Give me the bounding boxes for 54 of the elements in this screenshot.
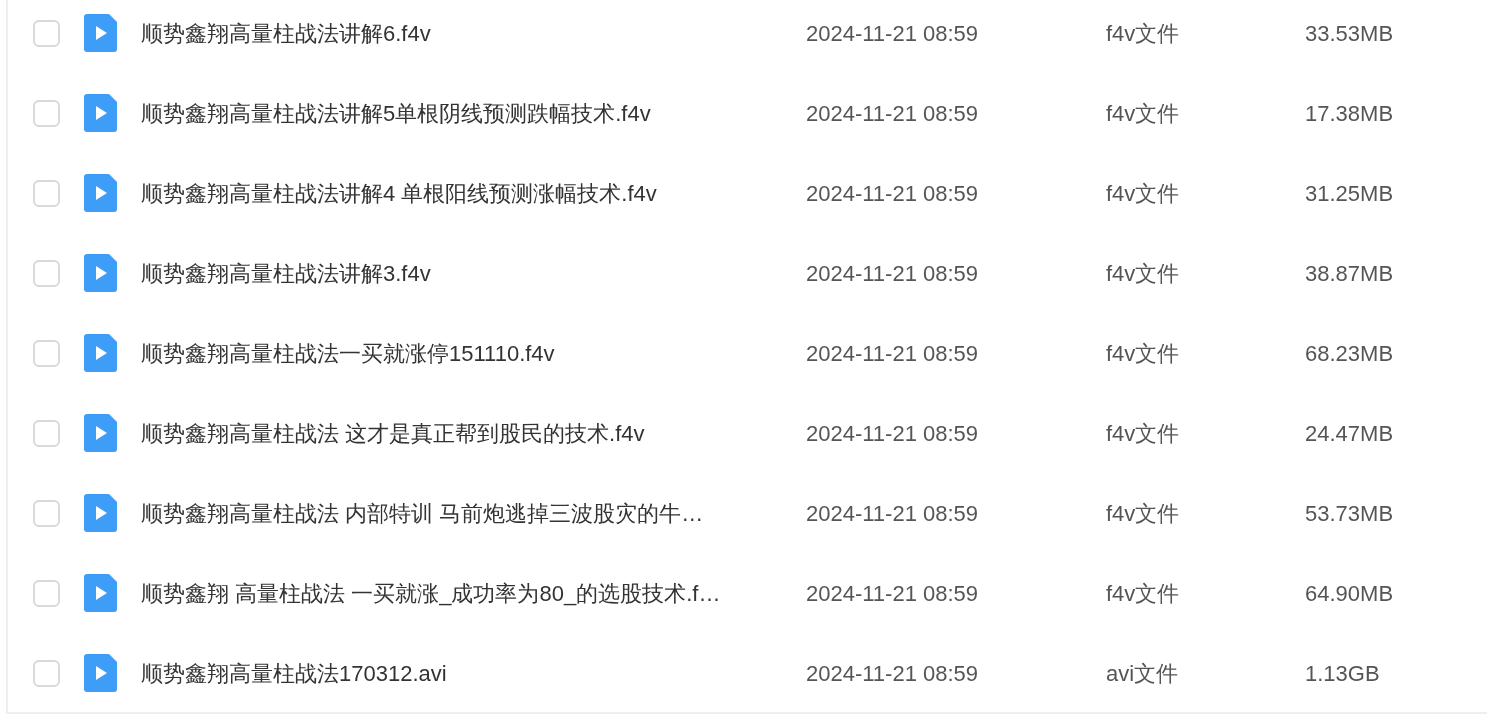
file-size: 64.90MB <box>1305 579 1394 608</box>
video-file-icon <box>84 494 117 532</box>
checkbox[interactable] <box>33 19 60 47</box>
video-file-icon <box>84 654 117 692</box>
file-name[interactable]: 顺势鑫翔高量柱战法讲解5单根阴线预测跌幅技术.f4v <box>141 96 806 130</box>
video-file-icon <box>84 414 117 452</box>
checkbox[interactable] <box>33 179 60 207</box>
file-type: f4v文件 <box>1106 579 1181 608</box>
file-size: 1.13GB <box>1305 659 1380 688</box>
file-name[interactable]: 顺势鑫翔 高量柱战法 一买就涨_成功率为80_的选股技术.f… <box>141 576 806 610</box>
file-size: 31.25MB <box>1305 179 1394 208</box>
file-name[interactable]: 顺势鑫翔高量柱战法 内部特训 马前炮逃掉三波股灾的牛… <box>141 496 806 530</box>
video-file-icon <box>84 174 117 212</box>
file-size: 33.53MB <box>1305 19 1394 48</box>
file-name[interactable]: 顺势鑫翔高量柱战法170312.avi <box>141 656 806 690</box>
modified-date: 2024-11-21 08:59 <box>806 579 980 608</box>
file-type: f4v文件 <box>1106 499 1181 528</box>
checkbox[interactable] <box>33 499 60 527</box>
file-type: f4v文件 <box>1106 179 1181 208</box>
checkbox[interactable] <box>33 259 60 287</box>
modified-date: 2024-11-21 08:59 <box>806 339 980 368</box>
video-file-icon <box>84 254 117 292</box>
checkbox[interactable] <box>33 659 60 687</box>
file-type: f4v文件 <box>1106 99 1181 128</box>
file-type: f4v文件 <box>1106 339 1181 368</box>
checkbox[interactable] <box>33 579 60 607</box>
modified-date: 2024-11-21 08:59 <box>806 499 980 528</box>
checkbox[interactable] <box>33 419 60 447</box>
checkbox[interactable] <box>33 339 60 367</box>
file-name[interactable]: 顺势鑫翔高量柱战法 这才是真正帮到股民的技术.f4v <box>141 416 806 450</box>
modified-date: 2024-11-21 08:59 <box>806 659 980 688</box>
file-size: 38.87MB <box>1305 259 1394 288</box>
file-type: f4v文件 <box>1106 419 1181 448</box>
video-file-icon <box>84 334 117 372</box>
checkbox[interactable] <box>33 99 60 127</box>
file-size: 53.73MB <box>1305 499 1394 528</box>
file-type: avi文件 <box>1106 659 1180 688</box>
file-name[interactable]: 顺势鑫翔高量柱战法讲解6.f4v <box>141 16 806 50</box>
file-type: f4v文件 <box>1106 259 1181 288</box>
modified-date: 2024-11-21 08:59 <box>806 99 980 128</box>
file-type: f4v文件 <box>1106 19 1181 48</box>
video-file-icon <box>84 14 117 52</box>
file-name[interactable]: 顺势鑫翔高量柱战法讲解4 单根阳线预测涨幅技术.f4v <box>141 176 806 210</box>
file-name[interactable]: 顺势鑫翔高量柱战法一买就涨停151110.f4v <box>141 336 806 370</box>
file-size: 17.38MB <box>1305 99 1394 128</box>
video-file-icon <box>84 94 117 132</box>
modified-date: 2024-11-21 08:59 <box>806 259 980 288</box>
file-size: 68.23MB <box>1305 339 1394 368</box>
modified-date: 2024-11-21 08:59 <box>806 19 980 48</box>
file-name[interactable]: 顺势鑫翔高量柱战法讲解3.f4v <box>141 256 806 290</box>
video-file-icon <box>84 574 117 612</box>
modified-date: 2024-11-21 08:59 <box>806 419 980 448</box>
file-size: 24.47MB <box>1305 419 1394 448</box>
modified-date: 2024-11-21 08:59 <box>806 179 980 208</box>
